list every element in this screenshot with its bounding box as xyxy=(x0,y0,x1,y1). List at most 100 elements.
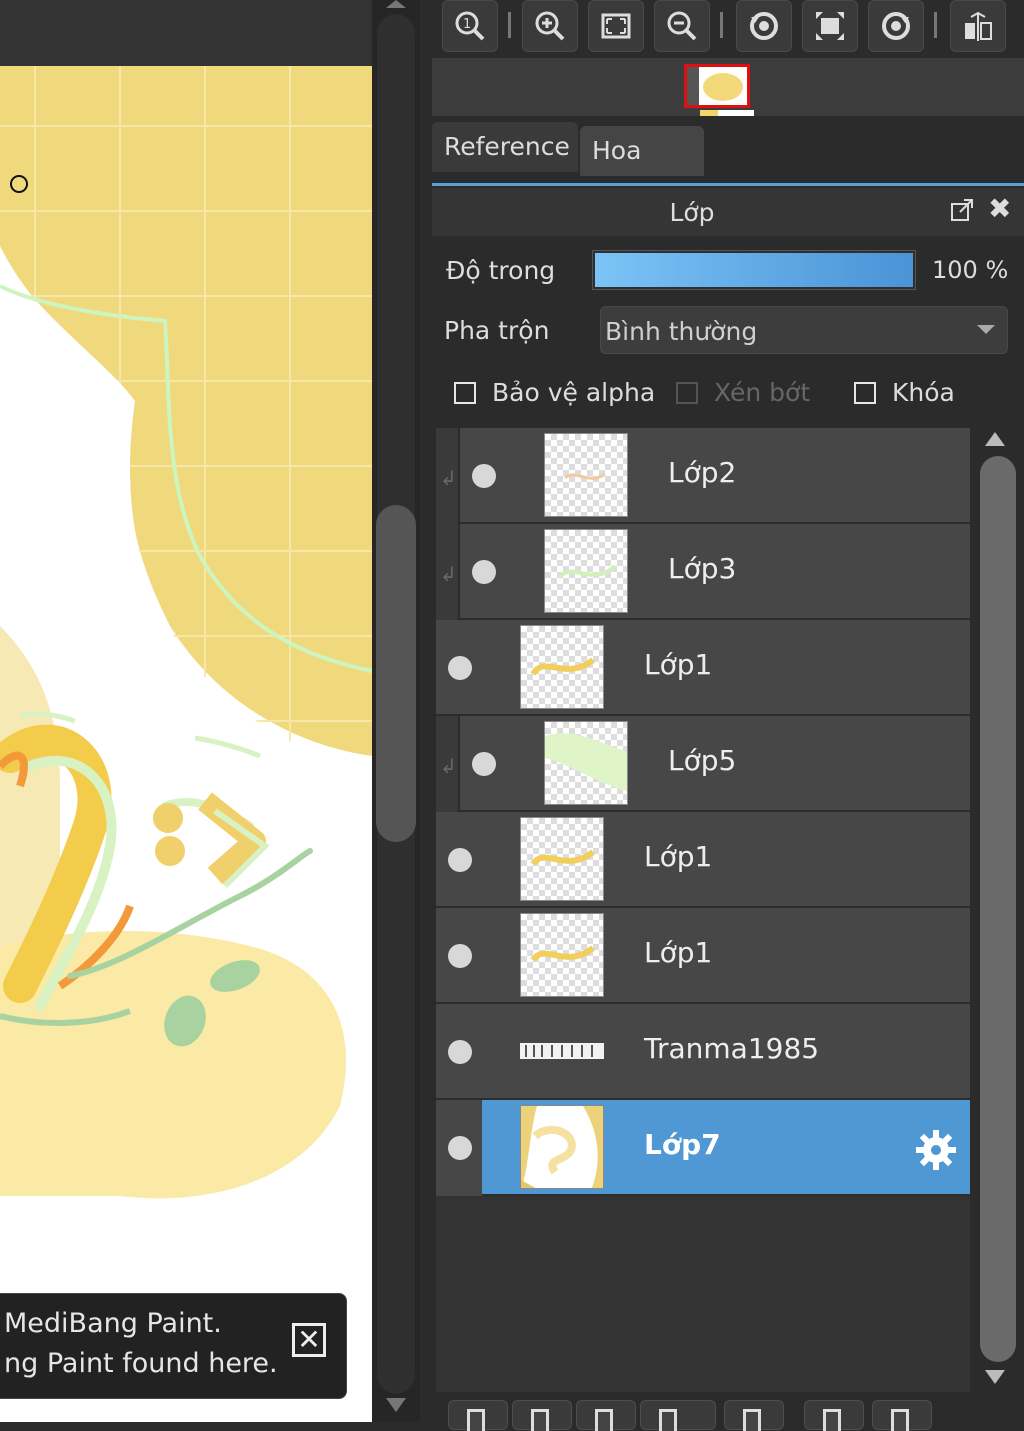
gear-icon[interactable] xyxy=(914,1128,958,1172)
layer-name: Lớp2 xyxy=(668,456,737,489)
scroll-up-icon[interactable] xyxy=(985,432,1005,446)
rotate-right-icon[interactable] xyxy=(868,0,924,52)
lock-label: Khóa xyxy=(892,378,955,407)
visibility-icon[interactable] xyxy=(448,1040,472,1064)
layer-name: Tranma1985 xyxy=(644,1032,820,1065)
clip-arrow-icon: ↲ xyxy=(440,754,457,778)
tab-reference[interactable]: Reference xyxy=(432,122,578,172)
blend-mode-label: Pha trộn xyxy=(444,316,550,345)
visibility-icon[interactable] xyxy=(448,1136,472,1160)
toast-message-line1: MediBang Paint. xyxy=(4,1308,222,1339)
chevron-down-icon xyxy=(977,325,995,334)
layer-name: Lớp5 xyxy=(668,744,737,777)
scroll-up-icon[interactable] xyxy=(386,0,406,8)
canvas-vertical-scrollbar[interactable] xyxy=(372,0,420,1422)
toolbar-separator xyxy=(720,12,723,38)
opacity-label: Độ trong xyxy=(446,256,556,285)
zoom-out-icon[interactable] xyxy=(654,0,710,52)
layer-row[interactable]: ↲ Lớp5 xyxy=(436,716,970,812)
scroll-down-icon[interactable] xyxy=(386,1398,406,1412)
clip-arrow-icon: ↲ xyxy=(440,466,457,490)
scroll-down-icon[interactable] xyxy=(985,1370,1005,1384)
side-panel: 1 Reference Hoa Lớp ✖ Độ trong 100 % Pha… xyxy=(420,0,1024,1431)
canvas-artwork[interactable] xyxy=(0,66,372,1422)
layer-name: Lớp7 xyxy=(644,1128,721,1161)
blend-mode-value: Bình thường xyxy=(605,317,758,346)
blend-mode-select[interactable]: Bình thường xyxy=(600,306,1008,354)
toolbar-separator xyxy=(508,12,511,38)
layer-row[interactable]: Lớp1 xyxy=(436,812,970,908)
svg-text:1: 1 xyxy=(463,17,471,32)
checkbox-box[interactable] xyxy=(454,382,476,404)
new-halftone-layer-icon[interactable] xyxy=(512,1400,572,1431)
new-layer-icon[interactable] xyxy=(448,1400,508,1431)
clipping-indicator: ↲ xyxy=(436,524,460,620)
layer-panel-title: Lớp xyxy=(669,198,715,227)
layer-name: Lớp1 xyxy=(644,648,713,681)
tab-navigator[interactable]: Hoa tiêu xyxy=(580,126,704,215)
toast-message-line2[interactable]: ng Paint found here. xyxy=(4,1348,278,1379)
layer-list-empty-area[interactable] xyxy=(436,1198,970,1392)
layer-row[interactable]: Lớp1 xyxy=(436,908,970,1004)
layer-list[interactable]: ↲ Lớp2 ↲ Lớp3 Lớp1 ↲ Lớp5 Lớp1 Lớp1 Tran… xyxy=(436,428,970,1392)
visibility-icon[interactable] xyxy=(472,752,496,776)
layer-row-selected[interactable]: Lớp7 xyxy=(436,1100,970,1196)
layer-thumbnail xyxy=(544,529,628,613)
layer-thumbnail xyxy=(520,1105,604,1189)
checkbox-box[interactable] xyxy=(676,382,698,404)
visibility-icon[interactable] xyxy=(448,656,472,680)
visibility-icon[interactable] xyxy=(472,464,496,488)
layer-name: Lớp3 xyxy=(668,552,737,585)
navigator-preview[interactable] xyxy=(432,58,1024,116)
rotate-left-icon[interactable] xyxy=(736,0,792,52)
canvas-area[interactable]: MediBang Paint. ng Paint found here. ✕ xyxy=(0,0,372,1422)
flip-icon[interactable] xyxy=(950,0,1006,52)
opacity-slider[interactable] xyxy=(592,250,916,290)
clip-arrow-icon: ↲ xyxy=(440,562,457,586)
layer-thumbnail xyxy=(520,817,604,901)
visibility-icon[interactable] xyxy=(448,944,472,968)
layer-row[interactable]: Tranma1985 xyxy=(436,1004,970,1100)
clipping-indicator: ↲ xyxy=(436,428,460,524)
layer-list-scrollbar[interactable] xyxy=(972,428,1024,1392)
merge-layer-icon[interactable] xyxy=(872,1400,932,1431)
navigator-preview-edge xyxy=(700,110,754,116)
navigator-viewport-frame[interactable] xyxy=(684,64,750,108)
popout-icon[interactable] xyxy=(950,198,974,222)
layer-thumbnail xyxy=(520,625,604,709)
duplicate-layer-icon[interactable] xyxy=(804,1400,864,1431)
layer-thumbnail xyxy=(544,721,628,805)
opacity-value: 100 % xyxy=(932,256,1009,284)
layer-row[interactable]: ↲ Lớp3 xyxy=(436,524,970,620)
layer-row[interactable]: Lớp1 xyxy=(436,620,970,716)
clipping-indicator: ↲ xyxy=(436,716,460,812)
close-icon[interactable]: ✖ xyxy=(988,194,1016,224)
zoom-actual-icon[interactable]: 1 xyxy=(442,0,498,52)
panel-tabs: Reference Hoa tiêu xyxy=(432,118,1024,215)
scroll-thumb[interactable] xyxy=(376,505,416,842)
toolbar-separator xyxy=(934,12,937,38)
zoom-in-icon[interactable] xyxy=(522,0,578,52)
protect-alpha-label: Bảo vệ alpha xyxy=(492,378,656,407)
layer-thumbnail xyxy=(544,433,628,517)
layer-row[interactable]: ↲ Lớp2 xyxy=(436,428,970,524)
panel-divider xyxy=(432,183,1024,186)
opacity-slider-fill xyxy=(595,253,913,287)
layer-panel-header: Lớp ✖ xyxy=(432,188,1024,236)
navigator-toolbar: 1 xyxy=(420,0,1024,58)
new-1bit-layer-icon[interactable] xyxy=(640,1400,716,1431)
canvas-top-bar xyxy=(0,0,372,66)
layer-name: Lớp1 xyxy=(644,840,713,873)
fullscreen-icon[interactable] xyxy=(802,0,858,52)
fit-screen-icon[interactable] xyxy=(588,0,644,52)
visibility-icon[interactable] xyxy=(472,560,496,584)
layer-thumbnail xyxy=(520,1009,604,1093)
scroll-thumb[interactable] xyxy=(980,456,1016,1362)
new-8bit-layer-icon[interactable] xyxy=(576,1400,636,1431)
visibility-icon[interactable] xyxy=(448,848,472,872)
new-folder-icon[interactable] xyxy=(724,1400,784,1431)
toast-close-icon[interactable]: ✕ xyxy=(292,1323,326,1357)
clipping-label: Xén bớt xyxy=(714,378,811,407)
checkbox-box[interactable] xyxy=(854,382,876,404)
notification-toast: MediBang Paint. ng Paint found here. ✕ xyxy=(0,1293,347,1399)
